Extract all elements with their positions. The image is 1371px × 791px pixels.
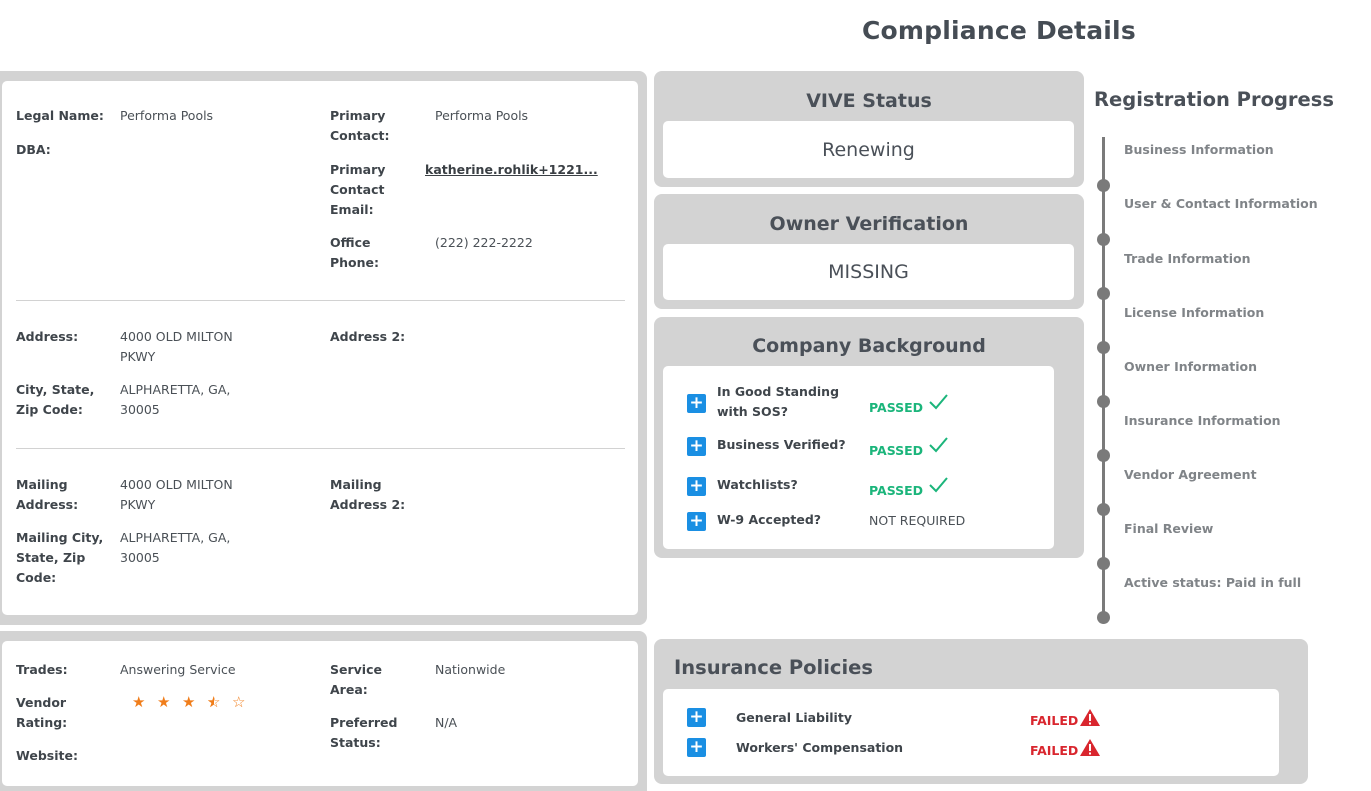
progress-step: License Information	[1124, 305, 1265, 320]
preferred-status-label: Preferred Status:	[330, 715, 398, 750]
check-icon	[929, 437, 948, 453]
vendor-rating-label: Vendor Rating:	[16, 695, 68, 730]
progress-dot	[1097, 557, 1110, 570]
progress-step: User & Contact Information	[1124, 196, 1318, 211]
city-label: City, State, Zip Code:	[16, 382, 95, 417]
vive-status-value: Renewing	[822, 139, 915, 161]
service-area-label: Service Area:	[330, 662, 382, 697]
warning-icon	[1080, 709, 1100, 726]
expand-plus-icon[interactable]: +	[687, 394, 706, 413]
progress-dot	[1097, 503, 1110, 516]
background-item-status: NOT REQUIRED	[869, 513, 966, 528]
expand-plus-icon[interactable]: +	[687, 477, 706, 496]
star-empty-icon: ☆	[232, 693, 246, 711]
divider	[16, 300, 625, 301]
primary-email-link[interactable]: katherine.rohlik+1221...	[425, 160, 598, 180]
insurance-policy-status: FAILED	[1030, 743, 1079, 758]
background-item-status: PASSED	[869, 400, 924, 415]
company-background-title: Company Background	[752, 335, 986, 357]
progress-step: Final Review	[1124, 521, 1214, 536]
mailing-address2-label: Mailing Address 2:	[330, 477, 406, 512]
progress-dot	[1097, 287, 1110, 300]
progress-dot	[1097, 611, 1110, 624]
progress-dot	[1097, 395, 1110, 408]
background-item-label: W-9 Accepted?	[717, 512, 822, 527]
trades-label: Trades:	[16, 662, 68, 677]
progress-dot	[1097, 341, 1110, 354]
website-label: Website:	[16, 748, 78, 763]
insurance-policy-label: Workers' Compensation	[736, 740, 904, 755]
expand-plus-icon[interactable]: +	[687, 738, 706, 757]
star-full-icon: ★	[182, 693, 196, 711]
office-phone-value: (222) 222-2222	[435, 235, 533, 250]
star-full-icon: ★	[132, 693, 146, 711]
insurance-policies-card	[663, 689, 1279, 776]
expand-plus-icon[interactable]: +	[687, 512, 706, 531]
registration-progress-title: Registration Progress	[1094, 88, 1334, 111]
background-item-status: PASSED	[869, 483, 924, 498]
progress-step: Business Information	[1124, 142, 1274, 157]
address-value: 4000 OLD MILTON PKWY	[120, 329, 233, 364]
progress-line	[1102, 137, 1105, 620]
mailing-city-label: Mailing City, State, Zip Code:	[16, 530, 104, 585]
expand-plus-icon[interactable]: +	[687, 437, 706, 456]
progress-dot	[1097, 233, 1110, 246]
legal-name-label: Legal Name:	[16, 108, 104, 123]
check-icon	[929, 477, 948, 493]
progress-step: Vendor Agreement	[1124, 467, 1257, 482]
background-item-label: Watchlists?	[717, 477, 798, 492]
divider	[16, 448, 625, 449]
primary-contact-value: Performa Pools	[435, 108, 529, 123]
background-item-label: In Good Standing with SOS?	[717, 384, 840, 419]
page-title: Compliance Details	[862, 16, 1136, 45]
insurance-policy-label: General Liability	[736, 710, 852, 725]
progress-step: Active status: Paid in full	[1124, 575, 1302, 590]
insurance-policy-status: FAILED	[1030, 713, 1079, 728]
mailing-address-label: Mailing Address:	[16, 477, 79, 512]
primary-email-label: Primary Contact Email:	[330, 162, 386, 217]
mailing-address-value: 4000 OLD MILTON PKWY	[120, 477, 233, 512]
star-full-icon: ★	[157, 693, 171, 711]
progress-step: Insurance Information	[1124, 413, 1281, 428]
company-details-card: Legal Name: Performa Pools DBA: Primary …	[2, 81, 638, 615]
insurance-policies-title: Insurance Policies	[674, 656, 873, 679]
primary-contact-label: Primary Contact:	[330, 108, 390, 143]
service-area-value: Nationwide	[435, 662, 506, 677]
dba-label: DBA:	[16, 142, 51, 157]
city-value: ALPHARETTA, GA, 30005	[120, 382, 231, 417]
check-icon	[929, 394, 948, 410]
office-phone-label: Office Phone:	[330, 235, 380, 270]
warning-icon	[1080, 739, 1100, 756]
vendor-card: Trades: Answering Service Vendor Rating:…	[2, 641, 638, 786]
progress-dot	[1097, 179, 1110, 192]
progress-step: Owner Information	[1124, 359, 1258, 374]
progress-dot	[1097, 449, 1110, 462]
background-item-status: PASSED	[869, 443, 924, 458]
vive-status-title: VIVE Status	[806, 90, 932, 112]
address-label: Address:	[16, 329, 79, 344]
trades-value: Answering Service	[120, 662, 236, 677]
expand-plus-icon[interactable]: +	[687, 708, 706, 727]
legal-name-value: Performa Pools	[120, 108, 214, 123]
owner-verification-value: MISSING	[828, 261, 909, 283]
mailing-city-value: ALPHARETTA, GA, 30005	[120, 530, 231, 565]
owner-verification-title: Owner Verification	[769, 213, 969, 235]
progress-step: Trade Information	[1124, 251, 1251, 266]
preferred-status-value: N/A	[435, 715, 458, 730]
address2-label: Address 2:	[330, 329, 406, 344]
background-item-label: Business Verified?	[717, 437, 846, 452]
